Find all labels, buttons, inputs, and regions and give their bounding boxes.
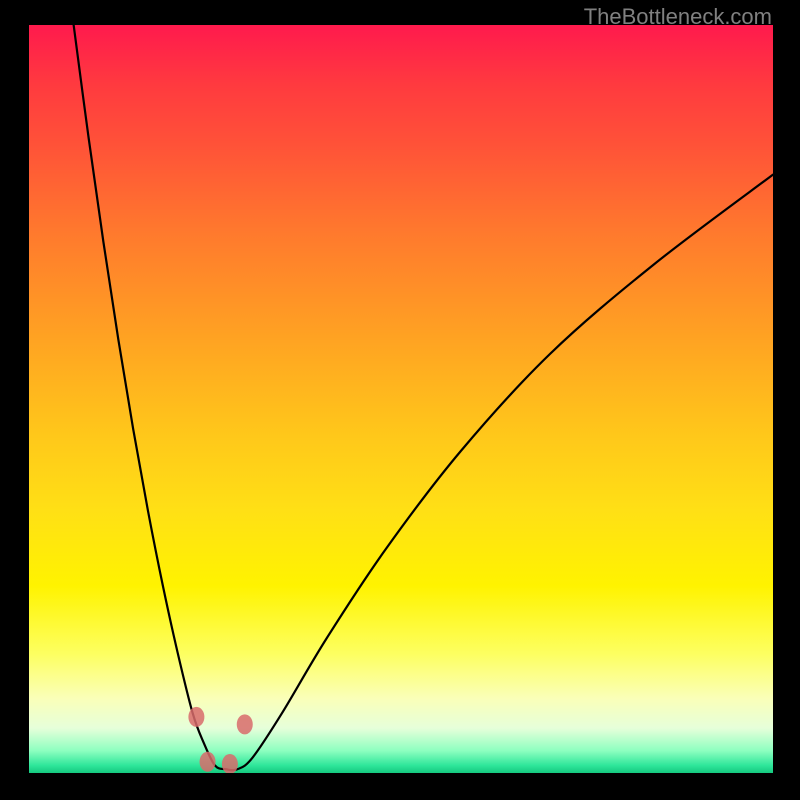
curve-marker xyxy=(200,752,216,772)
watermark-text: TheBottleneck.com xyxy=(584,4,772,30)
chart-frame: TheBottleneck.com xyxy=(0,0,800,800)
chart-plot-area xyxy=(29,25,773,773)
curve-marker xyxy=(188,707,204,727)
curve-markers xyxy=(188,707,252,773)
bottleneck-curve-svg xyxy=(29,25,773,773)
curve-marker xyxy=(222,754,238,773)
curve-marker xyxy=(237,714,253,734)
bottleneck-curve xyxy=(74,25,773,770)
